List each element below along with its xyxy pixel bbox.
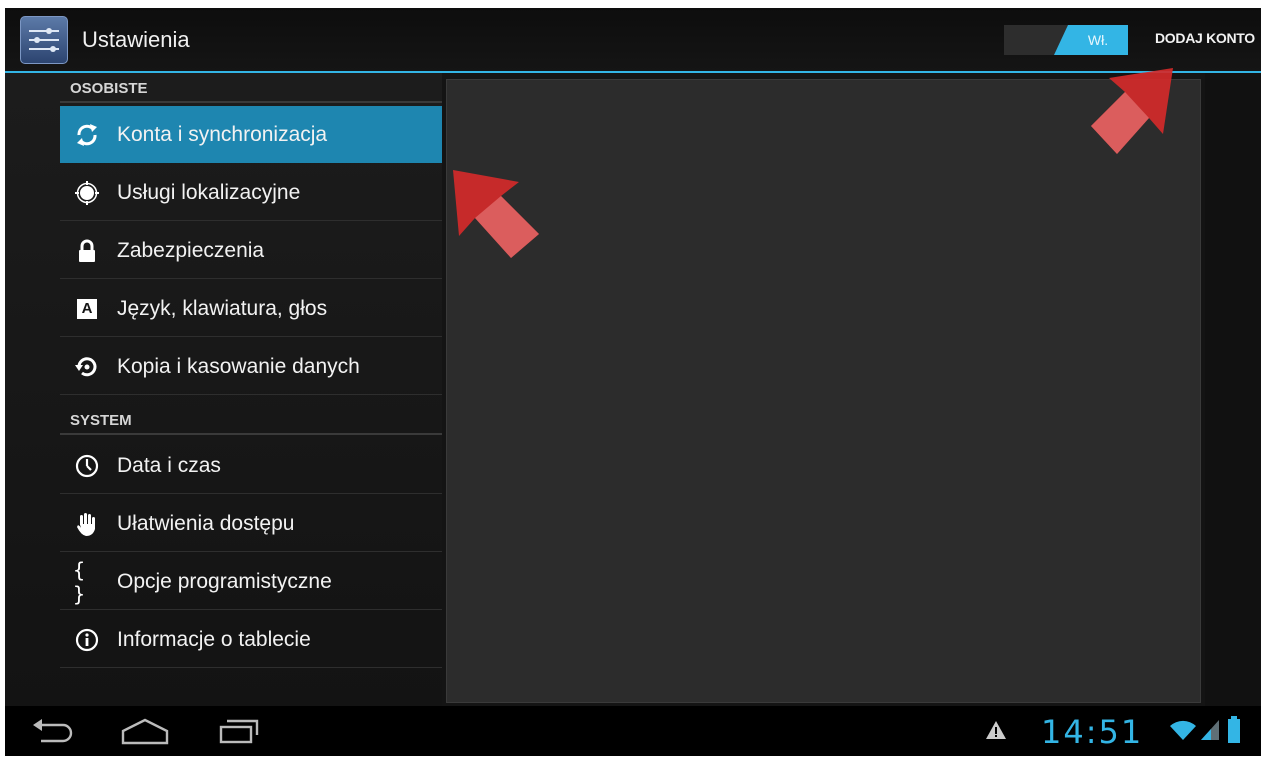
menu-item-label: Opcje programistyczne <box>117 570 332 593</box>
clock-time[interactable]: 14:51 <box>1041 713 1143 751</box>
menu-item-developer-options[interactable]: { } Opcje programistyczne <box>60 553 442 610</box>
menu-item-language-keyboard[interactable]: A Język, klawiatura, głos <box>60 280 442 337</box>
add-account-button[interactable]: DODAJ KONTO <box>1155 30 1255 46</box>
signal-icon <box>1199 718 1221 747</box>
menu-item-accounts-sync[interactable]: Konta i synchronizacja <box>60 106 442 163</box>
menu-item-label: Zabezpieczenia <box>117 239 265 262</box>
clock-icon <box>73 452 101 480</box>
settings-sliders-icon[interactable] <box>20 16 68 64</box>
settings-screen: Ustawienia Wł. DODAJ KONTO OSOBISTE Kont… <box>5 8 1261 756</box>
braces-icon: { } <box>73 558 86 606</box>
menu-item-about-tablet[interactable]: Informacje o tablecie <box>60 611 442 668</box>
language-icon: A <box>73 295 101 323</box>
info-icon <box>73 626 101 654</box>
annotation-arrow-icon <box>453 170 539 258</box>
menu-item-label: Kopia i kasowanie danych <box>117 355 360 378</box>
menu-item-label: Informacje o tablecie <box>117 628 311 651</box>
section-header-personal: OSOBISTE <box>60 77 442 103</box>
backup-restore-icon <box>73 353 101 381</box>
warning-icon[interactable] <box>985 720 1007 745</box>
recent-apps-icon[interactable] <box>217 717 265 750</box>
menu-item-label: Konta i synchronizacja <box>117 123 328 146</box>
battery-icon <box>1227 716 1241 749</box>
menu-item-label: Ułatwienia dostępu <box>117 512 295 535</box>
toggle-label: Wł. <box>1087 32 1109 48</box>
settings-list: OSOBISTE Konta i synchronizacja Usługi l… <box>5 73 442 706</box>
system-bar: 14:51 <box>5 706 1261 756</box>
hand-icon <box>73 510 101 538</box>
menu-item-label: Data i czas <box>117 454 221 477</box>
right-margin <box>1205 73 1261 706</box>
menu-item-label: Usługi lokalizacyjne <box>117 181 301 204</box>
menu-item-date-time[interactable]: Data i czas <box>60 437 442 494</box>
wifi-icon <box>1169 718 1197 747</box>
home-icon[interactable] <box>119 717 171 750</box>
annotation-arrow-icon <box>1091 68 1173 154</box>
menu-item-label: Język, klawiatura, głos <box>117 297 328 320</box>
back-icon[interactable] <box>29 717 77 750</box>
detail-pane <box>446 79 1201 703</box>
wifi-toggle-switch[interactable]: Wł. <box>1004 25 1128 55</box>
menu-item-location[interactable]: Usługi lokalizacyjne <box>60 164 442 221</box>
action-bar: Ustawienia Wł. DODAJ KONTO <box>5 8 1261 73</box>
location-icon <box>73 179 101 207</box>
app-title: Ustawienia <box>82 27 190 52</box>
lock-icon <box>73 237 101 265</box>
section-header-system: SYSTEM <box>60 409 442 435</box>
menu-item-backup-reset[interactable]: Kopia i kasowanie danych <box>60 338 442 395</box>
sync-icon <box>73 121 101 149</box>
menu-item-security[interactable]: Zabezpieczenia <box>60 222 442 279</box>
menu-item-accessibility[interactable]: Ułatwienia dostępu <box>60 495 442 552</box>
